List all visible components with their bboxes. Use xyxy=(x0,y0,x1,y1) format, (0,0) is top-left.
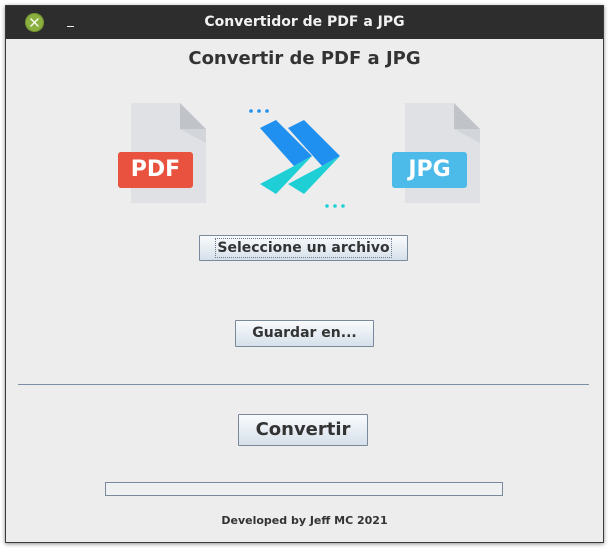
select-file-button[interactable]: Seleccione un archivo xyxy=(199,235,408,261)
app-window: Convertidor de PDF a JPG Convertir de PD… xyxy=(5,5,604,543)
window-title: Convertidor de PDF a JPG xyxy=(204,14,405,30)
page-title: Convertir de PDF a JPG xyxy=(188,48,421,69)
progress-bar xyxy=(105,482,503,496)
save-to-button[interactable]: Guardar en... xyxy=(235,320,374,347)
double-chevron-arrow-icon xyxy=(242,98,354,214)
jpg-label: JPG xyxy=(392,152,467,188)
convert-button[interactable]: Convertir xyxy=(238,414,368,446)
footer-credit: Developed by Jeff MC 2021 xyxy=(221,514,388,527)
separator xyxy=(18,384,589,385)
pdf-label: PDF xyxy=(118,152,193,188)
select-file-label: Seleccione un archivo xyxy=(215,238,392,258)
title-bar[interactable]: Convertidor de PDF a JPG xyxy=(6,6,603,39)
